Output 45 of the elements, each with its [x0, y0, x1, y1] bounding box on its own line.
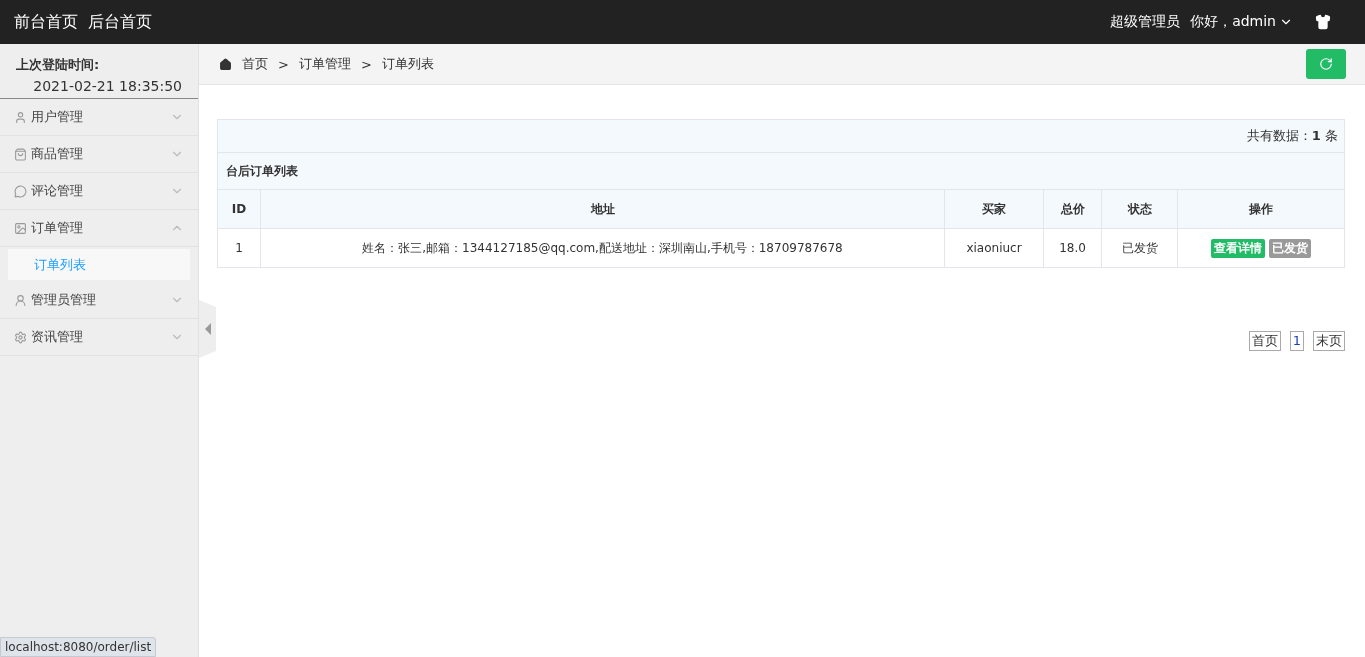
shirt-icon[interactable]	[1315, 14, 1331, 30]
collapse-handle[interactable]	[199, 300, 216, 358]
table-cell: xiaoniucr	[944, 228, 1044, 268]
refresh-icon	[1319, 57, 1333, 71]
user-role: 超级管理员	[1110, 13, 1181, 31]
sidebar-item[interactable]: 资讯管理	[0, 319, 198, 356]
last-login-label: 上次登陆时间:	[16, 56, 101, 74]
image-icon	[14, 221, 27, 235]
page-link[interactable]: 首页	[1248, 331, 1281, 351]
sidebar-item[interactable]: 评论管理	[0, 173, 198, 210]
column-header: 状态	[1101, 189, 1178, 229]
last-login-time: 2021-02-21 18:35:50	[32, 78, 182, 94]
table-cell: 1	[217, 228, 261, 268]
column-header: ID	[217, 189, 261, 229]
breadcrumb-link[interactable]: 订单管理	[298, 55, 351, 73]
page-link[interactable]: 末页	[1313, 331, 1345, 351]
user-menu[interactable]: 你好，admin	[1190, 13, 1293, 31]
sidebar-item[interactable]: 订单管理	[0, 210, 198, 247]
sidebar-item[interactable]: 管理员管理	[0, 282, 198, 319]
speech-bubble-icon	[14, 184, 27, 198]
nav-link[interactable]: 后台首页	[88, 11, 152, 33]
home-icon	[219, 57, 232, 71]
table-title: 台后订单列表	[217, 152, 1345, 190]
person-icon	[14, 293, 27, 307]
table-cell: 姓名：张三,邮箱：1344127185@qq.com,配送地址：深圳南山,手机号：18709787678	[260, 228, 945, 268]
column-header: 操作	[1177, 189, 1345, 229]
table-cell: 已发货	[1101, 228, 1178, 268]
page-link[interactable]: 1	[1289, 331, 1304, 351]
breadcrumb-link[interactable]: 订单列表	[381, 55, 434, 73]
breadcrumb-separator: >	[278, 56, 289, 72]
gear-icon	[14, 330, 27, 344]
sidebar-item[interactable]: 用户管理	[0, 99, 198, 136]
sidebar-item[interactable]: 商品管理	[0, 136, 198, 173]
breadcrumb-link[interactable]: 首页	[242, 55, 268, 73]
record-count: 共有数据：1 条	[217, 119, 1345, 153]
column-header: 买家	[944, 189, 1044, 229]
column-header: 总价	[1043, 189, 1102, 229]
table-cell: 18.0	[1043, 228, 1102, 268]
nav-link[interactable]: 前台首页	[14, 11, 78, 33]
bag-icon	[14, 147, 27, 161]
status-url: localhost:8080/order/list	[0, 637, 157, 657]
refresh-button[interactable]	[1306, 49, 1346, 79]
column-header: 地址	[260, 189, 945, 229]
breadcrumb-separator: >	[360, 56, 372, 72]
user-icon	[14, 110, 27, 124]
